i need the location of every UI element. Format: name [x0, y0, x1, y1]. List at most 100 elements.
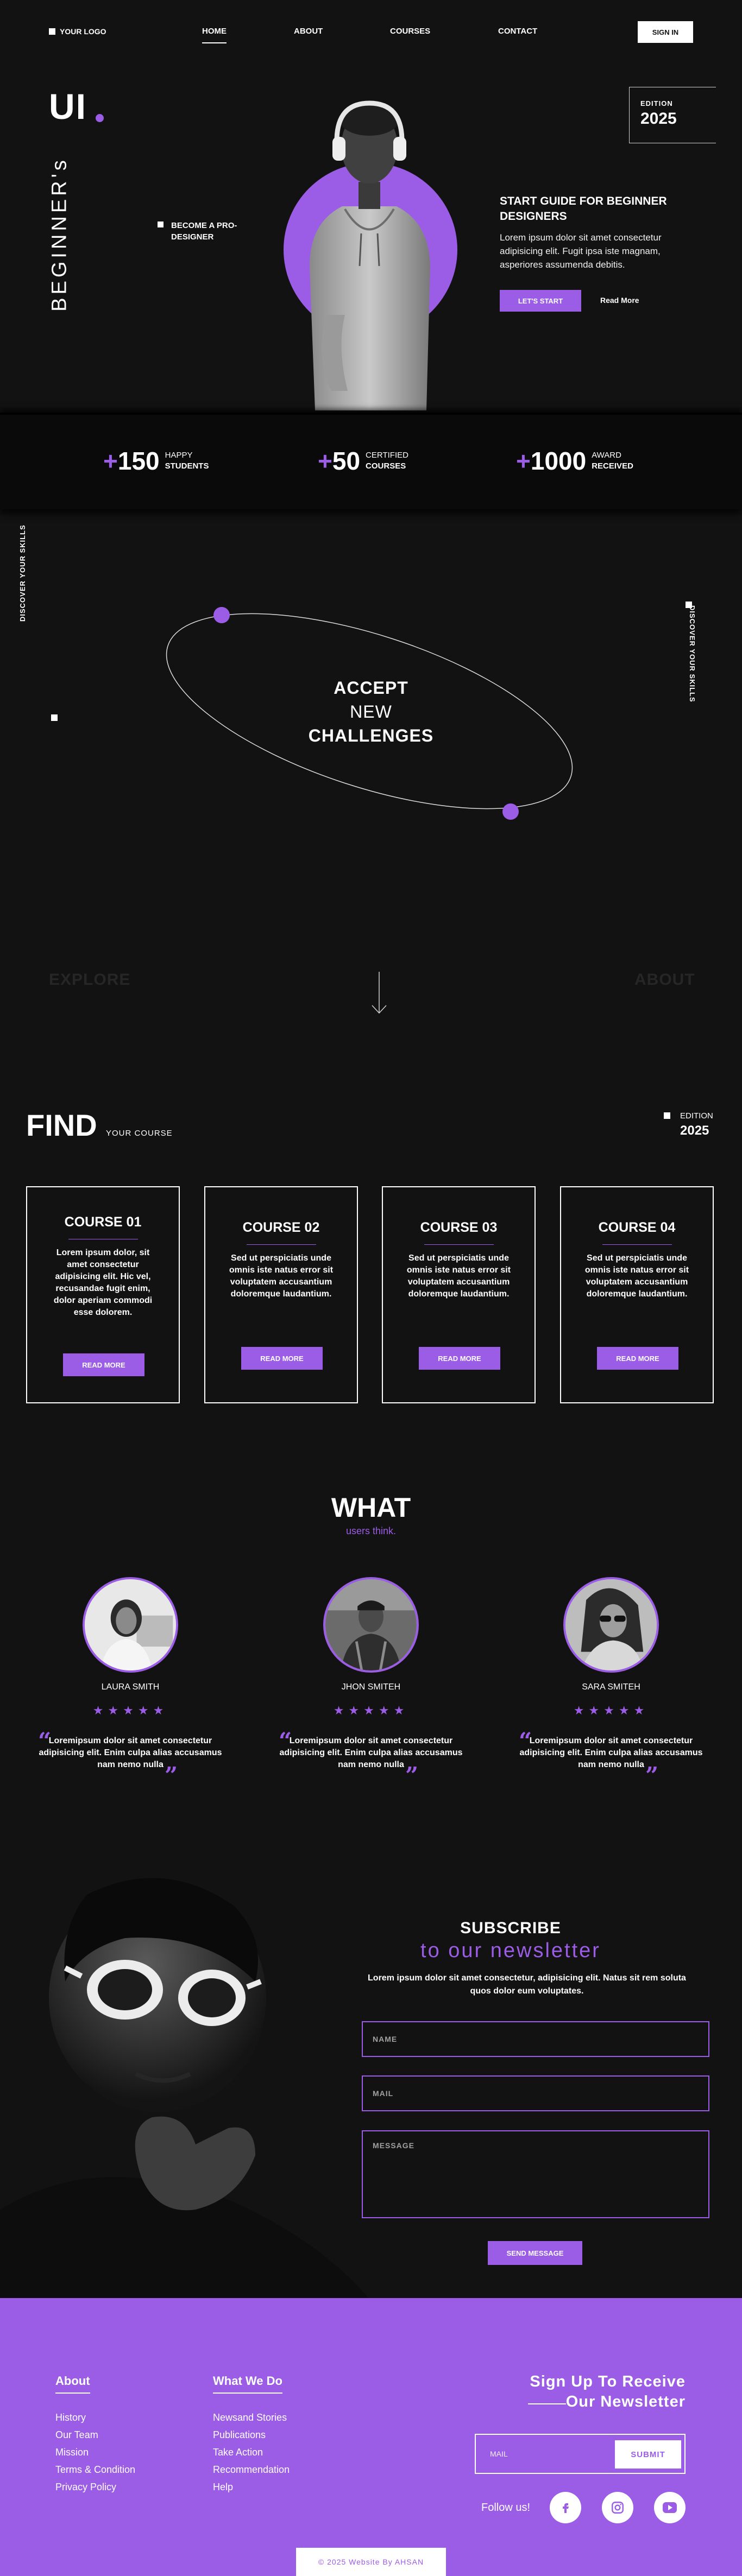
guide-body: Lorem ipsum dolor sit amet consectetur a… [500, 232, 662, 270]
course-read-more-button[interactable]: READ MORE [63, 1353, 144, 1376]
hero-vertical-wrap: BEGINNER's [0, 157, 141, 320]
guide-title: START GUIDE FOR BEGINNER DESIGNERS [500, 195, 667, 223]
footer: About History Our Team Mission Terms & C… [0, 2298, 742, 2576]
youtube-icon[interactable] [654, 2492, 686, 2523]
course-divider [246, 1244, 316, 1245]
course-description: Sed ut perspiciatis unde omnis iste natu… [584, 1254, 689, 1299]
course-title: COURSE 01 [64, 1214, 142, 1230]
footer-link-mission[interactable]: Mission [55, 2447, 89, 2458]
hero-person-illustration [310, 100, 430, 410]
square-bullet-icon [158, 221, 164, 227]
footer-about-heading: About [55, 2374, 90, 2394]
user-portrait-icon [565, 1579, 657, 1670]
testimonial-name: LAURA SMITH [101, 1682, 160, 1692]
lets-start-button[interactable]: LET'S START [500, 290, 581, 312]
explore-ghost-text: EXPLORE [49, 971, 131, 989]
star-rating: ★★★★★ [333, 1704, 409, 1717]
footer-link-terms[interactable]: Terms & Condition [55, 2464, 135, 2476]
square-bullet-icon [686, 602, 692, 608]
logo[interactable]: YOUR LOGO [49, 27, 106, 36]
avatar [563, 1577, 659, 1673]
discover-skills-right: DISCOVER YOUR SKILLS [688, 605, 696, 702]
accept-line-2: NEW [350, 702, 392, 721]
stat-courses: +50 CERTIFIED COURSES [318, 446, 408, 476]
hero-vertical-text: BEGINNER's [48, 157, 71, 312]
message-field[interactable] [362, 2130, 709, 2218]
footer-link-our-team[interactable]: Our Team [55, 2429, 98, 2441]
quote-close-icon: ” [405, 1762, 419, 1789]
copyright-text: © 2025 Website By AHSAN [296, 2548, 446, 2576]
edition-label: EDITION [680, 1111, 713, 1121]
accept-line-1: ACCEPT [334, 678, 408, 698]
course-card: COURSE 04 Sed ut perspiciatis unde omnis… [560, 1186, 714, 1403]
course-read-more-button[interactable]: READ MORE [241, 1347, 323, 1370]
stats-bar: +150 HAPPY STUDENTS +50 CERTIFIED COURSES … [0, 413, 742, 509]
footer-link-help[interactable]: Help [213, 2482, 233, 2493]
instagram-icon[interactable] [602, 2492, 633, 2523]
footer-link-take-action[interactable]: Take Action [213, 2447, 263, 2458]
top-nav: YOUR LOGO HOME ABOUT COURSES CONTACT SIG… [0, 0, 742, 65]
stat-label: HAPPY STUDENTS [165, 451, 209, 471]
quote-close-icon: ” [645, 1762, 659, 1789]
footer-link-history[interactable]: History [55, 2412, 86, 2423]
square-bullet-icon [51, 714, 58, 721]
mail-field[interactable] [362, 2075, 709, 2111]
course-read-more-button[interactable]: READ MORE [419, 1347, 500, 1370]
about-ghost-text: ABOUT [634, 971, 695, 989]
nav-home-link[interactable]: HOME [202, 27, 227, 43]
star-rating: ★★★★★ [573, 1704, 649, 1717]
square-bullet-icon [664, 1112, 670, 1119]
subscribe-heading: SUBSCRIBE [460, 1919, 561, 1937]
stat-label: CERTIFIED COURSES [366, 451, 408, 471]
footer-link-recommendation[interactable]: Recommendation [213, 2464, 290, 2476]
read-more-link[interactable]: Read More [600, 296, 639, 305]
user-portrait-icon [85, 1579, 176, 1670]
hero-ui-heading: UI [49, 86, 87, 126]
stat-awards: +1000 AWARD RECEIVED [516, 446, 633, 476]
name-field[interactable] [362, 2021, 709, 2057]
page: YOUR LOGO HOME ABOUT COURSES CONTACT SIG… [0, 0, 742, 2576]
testimonials-subheading: users think. [345, 1526, 397, 1536]
logo-text: YOUR LOGO [60, 27, 106, 36]
find-heading: FIND [26, 1108, 97, 1142]
testimonial-name: SARA SMITEH [582, 1682, 640, 1692]
stat-number: +1000 [516, 447, 587, 475]
course-read-more-button[interactable]: READ MORE [597, 1347, 678, 1370]
stat-label: AWARD RECEIVED [592, 451, 633, 471]
stat-number: +150 [103, 447, 160, 475]
send-message-button[interactable]: SEND MESSAGE [488, 2241, 582, 2265]
hero-dot [96, 114, 104, 122]
testimonials-heading: WHAT [331, 1492, 411, 1523]
arrow-down-icon[interactable] [371, 972, 387, 1015]
nav-courses-link[interactable]: COURSES [390, 27, 430, 36]
course-title: COURSE 02 [242, 1220, 320, 1235]
subscribe-person-illustration [0, 1873, 369, 2299]
stat-number: +50 [318, 447, 361, 475]
follow-us-label: Follow us! [481, 2502, 531, 2514]
nav-contact-link[interactable]: CONTACT [498, 27, 537, 36]
become-pro-text: BECOME A PRO-DESIGNER [171, 221, 237, 242]
edition-label: EDITION [640, 99, 673, 107]
footer-what-heading: What We Do [213, 2374, 282, 2394]
testimonial-quote: Loremipsum dolor sit amet consectetur ad… [279, 1736, 463, 1769]
become-pro: BECOME A PRO-DESIGNER [158, 220, 247, 243]
course-description: Lorem ipsum dolor, sit amet consectetur … [53, 1248, 153, 1317]
course-divider [602, 1244, 672, 1245]
find-subheading: YOUR COURSE [106, 1129, 173, 1138]
quote-close-icon: ” [165, 1762, 178, 1789]
nav-about-link[interactable]: ABOUT [294, 27, 323, 36]
newsletter-submit-button[interactable]: SUBMIT [615, 2440, 681, 2469]
footer-link-news[interactable]: Newsand Stories [213, 2412, 287, 2423]
edition-year: 2025 [640, 110, 677, 128]
course-card: COURSE 03 Sed ut perspiciatis unde omnis… [382, 1186, 536, 1403]
footer-link-publications[interactable]: Publications [213, 2429, 266, 2441]
facebook-icon[interactable] [550, 2492, 581, 2523]
newsletter-heading-1: Sign Up To Receive [530, 2373, 686, 2390]
subscribe-description: Lorem ipsum dolor sit amet consectetur, … [368, 1973, 686, 1996]
avatar [83, 1577, 178, 1673]
course-description: Sed ut perspiciatis unde omnis iste natu… [229, 1254, 334, 1299]
footer-link-privacy[interactable]: Privacy Policy [55, 2482, 116, 2493]
newsletter-mail-input[interactable] [480, 2439, 608, 2469]
newsletter-form: SUBMIT [475, 2434, 686, 2474]
sign-in-button[interactable]: SIGN IN [638, 21, 693, 43]
